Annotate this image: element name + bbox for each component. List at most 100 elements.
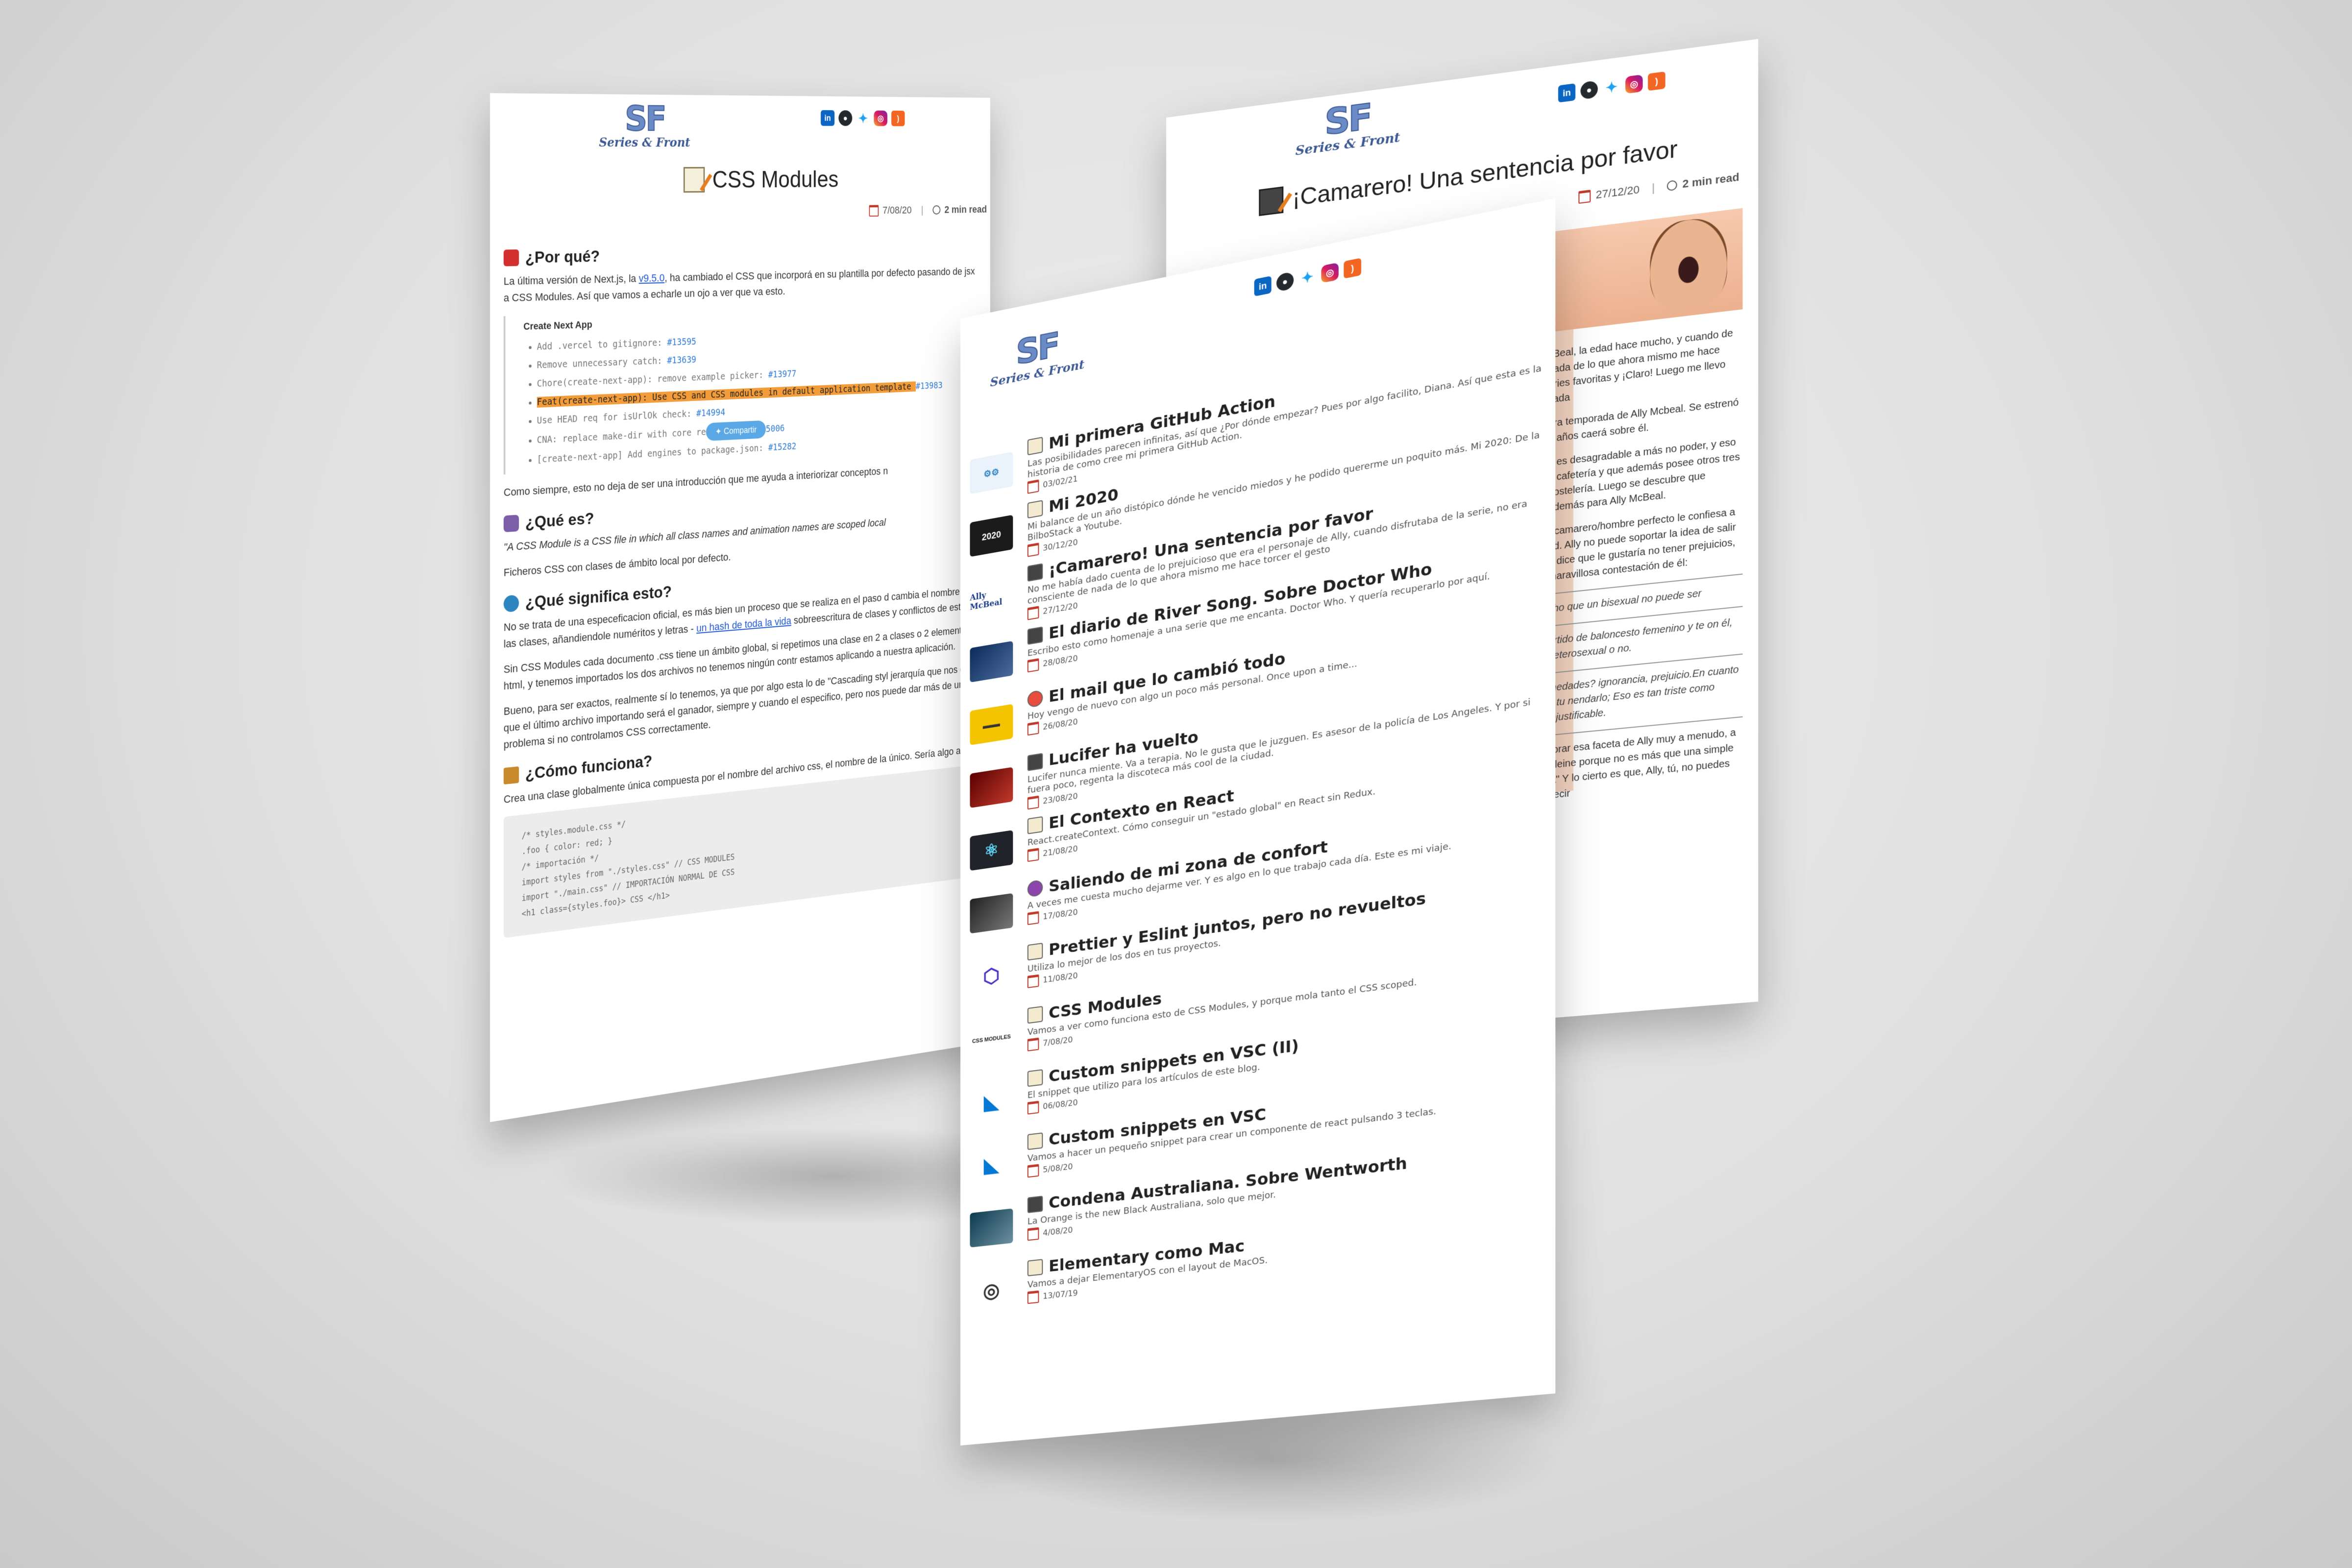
calendar-icon (1027, 479, 1039, 494)
calendar-icon (1027, 1101, 1039, 1115)
read-time: 2 min read (944, 203, 987, 216)
blog-header: SF Series & Front in ● ✦ ◎ ) (490, 93, 990, 167)
memo-icon (683, 167, 705, 193)
twitter-icon[interactable]: ✦ (1298, 267, 1316, 288)
post-list: ⚙⚙ Mi primera GitHub Action Las posibili… (970, 341, 1544, 1328)
instagram-icon[interactable]: ◎ (1625, 74, 1643, 94)
post-date: 23/08/20 (1043, 791, 1078, 806)
elementary-thumb: ◎ (970, 1271, 1013, 1311)
rss-icon[interactable]: ) (891, 110, 905, 126)
bus-thumb: ▬▬ (970, 704, 1013, 745)
read-time: 2 min read (1682, 171, 1740, 191)
linkedin-icon[interactable]: in (1558, 83, 1576, 103)
rss-icon[interactable]: ) (1648, 71, 1666, 91)
post-date: 06/08/20 (1043, 1097, 1078, 1111)
post-date: 11/08/20 (1043, 970, 1078, 985)
clock-icon (932, 205, 941, 215)
calendar-icon (1027, 1227, 1039, 1241)
social-links: in ● ✦ ◎ ) (1254, 258, 1361, 296)
linkedin-icon[interactable]: in (820, 110, 835, 126)
post-date: 13/07/19 (1043, 1288, 1078, 1301)
rss-icon[interactable]: ) (1344, 258, 1361, 279)
lucifer-thumb (970, 767, 1013, 808)
share-button[interactable]: ✦ Compartir (706, 420, 766, 441)
vscode-thumb: ◣ (970, 1082, 1013, 1122)
changelog-list: Add .vercel to gitignore: #13595 Remove … (523, 325, 979, 469)
memo-icon (1027, 942, 1043, 961)
article-page-css-modules: SF Series & Front in ● ✦ ◎ ) CSS Modules… (490, 93, 990, 1122)
github-icon[interactable]: ● (838, 110, 853, 126)
post-date: 21/08/20 (1043, 843, 1078, 858)
comfort-zone-thumb (970, 893, 1013, 934)
memo-icon (1027, 816, 1043, 834)
quote-line: medades? ignorancia, prejuicio.En cuanto… (1548, 664, 1739, 724)
calendar-icon (1027, 911, 1039, 925)
css-modules-thumb: CSS MODULES (970, 1019, 1013, 1059)
post-date: 5/08/20 (1043, 1161, 1073, 1175)
social-links: in ● ✦ ◎ ) (820, 110, 905, 126)
article-title-text: CSS Modules (712, 166, 839, 193)
post-date: 7/08/20 (1043, 1034, 1073, 1048)
vscode-thumb-2: ◣ (970, 1145, 1013, 1185)
target-icon (1027, 879, 1043, 898)
heading-por-que: ¿Por qué? (503, 242, 979, 267)
instagram-icon[interactable]: ◎ (1321, 262, 1339, 283)
instagram-icon[interactable]: ◎ (874, 110, 887, 126)
logo-text: Series & Front (599, 135, 690, 150)
quote-line: cho que un bisexual no puede ser (1548, 588, 1702, 615)
calendar-icon (1578, 189, 1591, 204)
memo-icon (1027, 1132, 1043, 1151)
tv-icon (1027, 1196, 1043, 1213)
eslint-thumb: ⬡ (970, 956, 1013, 997)
github-icon[interactable]: ● (1580, 80, 1598, 100)
calendar-icon (1027, 1037, 1039, 1052)
logo-mark: SF (624, 98, 665, 139)
calendar-icon (1027, 795, 1039, 810)
linkedin-icon[interactable]: in (1254, 275, 1272, 296)
memo-icon (1027, 1259, 1043, 1276)
blog-index-page: SF Series & Front in ● ✦ ◎ ) ⚙⚙ Mi prime… (960, 198, 1556, 1446)
nextjs-version-link[interactable]: v9.5.0 (639, 272, 665, 284)
article-meta: 7/08/20 | 2 min read (869, 203, 987, 217)
memo-icon (1027, 500, 1043, 519)
calendar-icon (1027, 1290, 1039, 1304)
memo-icon (1027, 437, 1043, 456)
memo-icon (1027, 1069, 1043, 1087)
hammer-icon (503, 766, 519, 785)
globe-icon (503, 594, 519, 612)
article-body: ¿Por qué? La última versión de Next.js, … (503, 228, 979, 938)
tv-icon (1027, 626, 1043, 645)
post-date: 4/08/20 (1043, 1225, 1073, 1238)
changelog-quote: Create Next App Add .vercel to gitignore… (503, 303, 979, 475)
calendar-icon (1027, 974, 1039, 988)
article-text-column: cBeal, la edad hace mucho, y cuando de n… (1548, 324, 1743, 812)
article-date: 27/12/20 (1595, 183, 1640, 201)
wentworth-thumb (970, 1208, 1013, 1248)
post-date: 17/08/20 (1043, 907, 1078, 922)
tv-icon (1259, 186, 1284, 216)
article-date: 7/08/20 (882, 204, 912, 216)
calendar-icon (1027, 542, 1039, 557)
article-title: CSS Modules (683, 166, 839, 194)
blog-logo[interactable]: SF Series & Front (593, 98, 696, 150)
tv-icon (1027, 563, 1043, 582)
calendar-icon (1027, 848, 1039, 862)
clock-icon (1667, 179, 1678, 192)
calendar-icon (869, 204, 879, 217)
github-actions-thumb: ⚙⚙ (970, 451, 1013, 494)
hash-link[interactable]: un hash de toda la vida (696, 614, 791, 634)
screaming-woman-image (1650, 215, 1727, 316)
2020-thumb: 2020 (970, 514, 1013, 557)
github-icon[interactable]: ● (1276, 271, 1294, 292)
react-thumb: ⚛ (970, 830, 1013, 871)
twitter-icon[interactable]: ✦ (1603, 77, 1620, 97)
hero-image (1538, 208, 1743, 334)
twitter-icon[interactable]: ✦ (856, 110, 870, 126)
calendar-icon (1027, 606, 1039, 620)
calendar-icon (1027, 1164, 1039, 1178)
mockup-scene: SF Series & Front in ● ✦ ◎ ) CSS Modules… (0, 0, 2352, 1568)
blog-logo[interactable]: SF Series & Front (980, 321, 1096, 392)
blog-logo[interactable]: SF Series & Front (1288, 94, 1407, 160)
box-icon (503, 514, 519, 533)
ally-mcbeal-thumb: Ally McBeal (970, 578, 1013, 620)
